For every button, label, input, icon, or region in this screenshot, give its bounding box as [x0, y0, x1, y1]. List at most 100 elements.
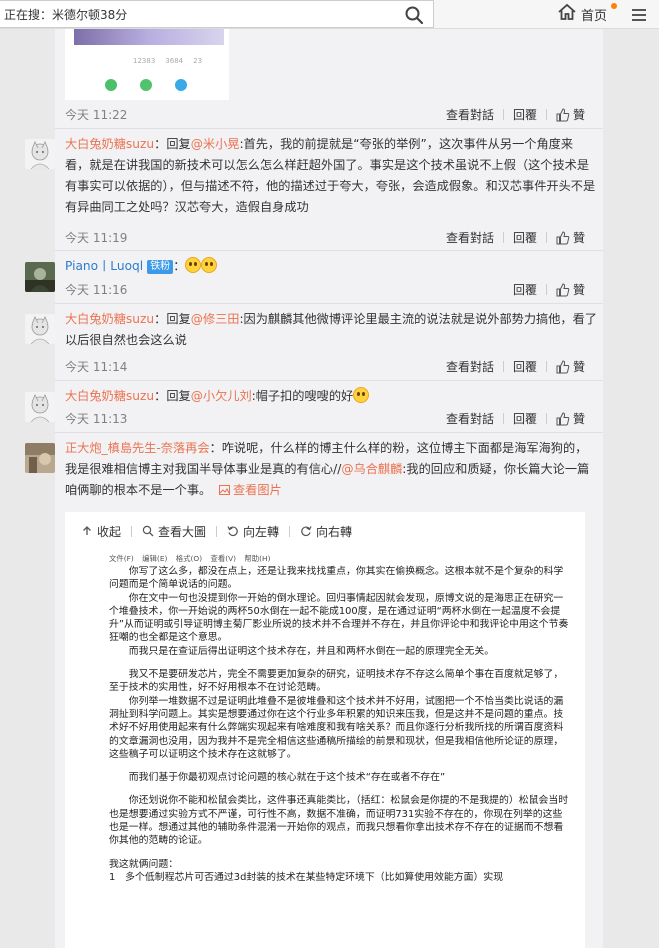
document-paragraph: 我又不是要研发芯片，完全不需要更加复杂的研究，证明技术存不存这么简单个事在百度就…	[109, 669, 564, 694]
document-paragraph: 而我们基于你最初观点讨论问题的核心就在于这个技术“存在或者不存在”	[109, 772, 446, 784]
mention-link[interactable]: @米小晃	[191, 137, 240, 151]
thumbs-up-icon	[556, 282, 570, 296]
timestamp: 今天 11:14	[65, 360, 128, 374]
avatar[interactable]	[25, 314, 55, 344]
image-toolbar: 收起 查看大圖 向左轉 向右轉	[65, 512, 585, 550]
comment-actions: 查看對話 回覆 贊	[446, 229, 585, 246]
thumbs-up-icon	[556, 107, 570, 121]
rotate-left-button[interactable]: 向左轉	[227, 523, 279, 540]
comment-panel: 12383 3684 23 今天 11:22 查看對話 回覆 贊 大白兔奶糖su…	[25, 29, 603, 948]
magnifier-icon	[142, 525, 154, 537]
like-button[interactable]: 贊	[556, 106, 585, 123]
view-conversation-link[interactable]: 查看對話	[446, 358, 494, 375]
comment-text: 大白兔奶糖suzu：回复@米小晃:首先，我的前提就是“夸张的举例”，这次事件从另…	[65, 137, 596, 214]
fan-badge: 铁粉	[147, 260, 174, 274]
thumbs-up-icon	[556, 411, 570, 425]
view-conversation-link[interactable]: 查看對話	[446, 106, 494, 123]
username-link[interactable]: 大白兔奶糖suzu	[65, 389, 154, 403]
image-fragment	[74, 29, 224, 45]
surprised-emoji-icon	[185, 257, 202, 273]
rotate-left-icon	[227, 526, 238, 537]
rotate-right-icon	[301, 526, 312, 537]
username-link[interactable]: 正大炮_槙島先生-奈落再会	[65, 441, 210, 455]
timestamp: 今天 11:16	[65, 283, 128, 297]
like-button[interactable]: 贊	[556, 229, 585, 246]
avatar[interactable]	[25, 392, 55, 422]
notepad-menu: 文件(F) 编辑(E) 格式(O) 查看(V) 帮助(H)	[109, 554, 271, 563]
divider	[55, 432, 603, 433]
mention-link[interactable]: @小欠儿刘	[191, 389, 252, 403]
document-paragraph: 你还划说你不能和松鼠会类比，这件事还真能类比，（括红：松鼠会是你提的不是我提的）…	[109, 795, 569, 847]
document-paragraph: 你在文中一句也没提到你一开始的倒水理论。回归事情起因就会发现，原博文说的是海思正…	[109, 592, 569, 644]
notification-dot	[611, 3, 617, 9]
username-link[interactable]: Piano丨Luoql	[65, 259, 143, 273]
menu-icon[interactable]	[630, 6, 648, 24]
moments-icon[interactable]	[140, 79, 152, 91]
username-link[interactable]: 大白兔奶糖suzu	[65, 312, 154, 326]
comment-actions: 查看對話 回覆 贊	[446, 358, 585, 375]
collapse-button[interactable]: 收起	[81, 523, 121, 540]
thumbs-up-icon	[556, 359, 570, 373]
mention-link[interactable]: @乌合麒麟	[341, 462, 402, 476]
comment-text: Piano丨Luoql 铁粉：	[65, 256, 597, 277]
thumbs-up-icon	[556, 230, 570, 244]
search-input[interactable]	[4, 4, 394, 24]
like-button[interactable]: 贊	[556, 358, 585, 375]
notepad-body: 你写了这么多，都没在点上，还是让我来找找重点，你其实在偷换概念。这根本就不是个复…	[101, 565, 577, 884]
qq-icon[interactable]	[175, 79, 187, 91]
image-icon	[219, 485, 230, 495]
image-stats: 12383 3684 23	[133, 57, 203, 65]
search-box[interactable]	[0, 0, 434, 28]
rotate-right-button[interactable]: 向右轉	[300, 523, 352, 540]
view-conversation-link[interactable]: 查看對話	[446, 410, 494, 427]
search-icon[interactable]	[403, 4, 425, 26]
image-viewer: 收起 查看大圖 向左轉 向右轉 文件(F) 编辑(E) 格式(O) 查看(V) …	[65, 512, 585, 948]
reply-link[interactable]: 回覆	[513, 229, 537, 246]
comment-actions: 回覆 贊	[513, 281, 585, 298]
username-link[interactable]: 大白兔奶糖suzu	[65, 137, 154, 151]
view-conversation-link[interactable]: 查看對話	[446, 229, 494, 246]
divider	[55, 380, 603, 381]
reply-link[interactable]: 回覆	[513, 106, 537, 123]
reply-link[interactable]: 回覆	[513, 281, 537, 298]
mention-link[interactable]: @修三田	[191, 312, 240, 326]
wechat-icon[interactable]	[105, 79, 117, 91]
document-paragraph: 你列举一堆数据不过是证明此堆叠不是彼堆叠和这个技术并不好用，试图把一个不恰当类比…	[109, 695, 564, 760]
divider	[55, 128, 603, 129]
document-paragraph: 而我只是在查证后得出证明这个技术存在，并且和两杯水倒在一起的原理完全无关。	[109, 645, 495, 657]
comment-actions: 查看對話 回覆 贊	[446, 410, 585, 427]
like-button[interactable]: 贊	[556, 281, 585, 298]
avatar[interactable]	[25, 443, 55, 473]
top-bar: 首页	[0, 0, 659, 29]
home-link[interactable]: 首页	[557, 3, 607, 25]
view-large-button[interactable]: 查看大圖	[142, 523, 206, 540]
timestamp: 今天 11:19	[65, 231, 128, 245]
home-icon	[557, 3, 581, 25]
comment-text: 大白兔奶糖suzu：回复@修三田:因为麒麟其他微博评论里最主流的说法就是说外部势…	[65, 312, 597, 347]
divider	[55, 250, 603, 251]
notepad-screenshot: 文件(F) 编辑(E) 格式(O) 查看(V) 帮助(H) 你写了这么多，都没在…	[101, 553, 577, 948]
divider	[55, 303, 603, 304]
document-paragraph: 我这就俩问题：	[109, 858, 179, 870]
view-image-link[interactable]: 查看图片	[219, 483, 282, 497]
comment-text: 大白兔奶糖suzu：回复@小欠儿刘:帽子扣的嗖嗖的好	[65, 386, 597, 407]
surprised-emoji-icon	[201, 257, 218, 273]
collapse-icon	[83, 526, 91, 535]
comment-text: 正大炮_槙島先生-奈落再会：咋说呢，什么样的博主什么样的粉，这位博主下面都是海军…	[65, 441, 590, 497]
reply-link[interactable]: 回覆	[513, 410, 537, 427]
reply-link[interactable]: 回覆	[513, 358, 537, 375]
shared-image-preview[interactable]: 12383 3684 23	[65, 29, 229, 100]
document-paragraph: 1 多个低制程芯片可否通过3d封装的技术在某些特定环境下（比如算使用效能方面）实…	[109, 871, 504, 883]
document-paragraph: 你写了这么多，都没在点上，还是让我来找找重点，你其实在偷换概念。这根本就不是个复…	[109, 566, 564, 591]
avatar[interactable]	[25, 139, 55, 169]
comment-actions: 查看對話 回覆 贊	[446, 106, 585, 123]
avatar[interactable]	[25, 262, 55, 292]
grin-emoji-icon	[353, 387, 370, 403]
timestamp: 今天 11:13	[65, 412, 128, 426]
like-button[interactable]: 贊	[556, 410, 585, 427]
timestamp: 今天 11:22	[65, 108, 128, 122]
